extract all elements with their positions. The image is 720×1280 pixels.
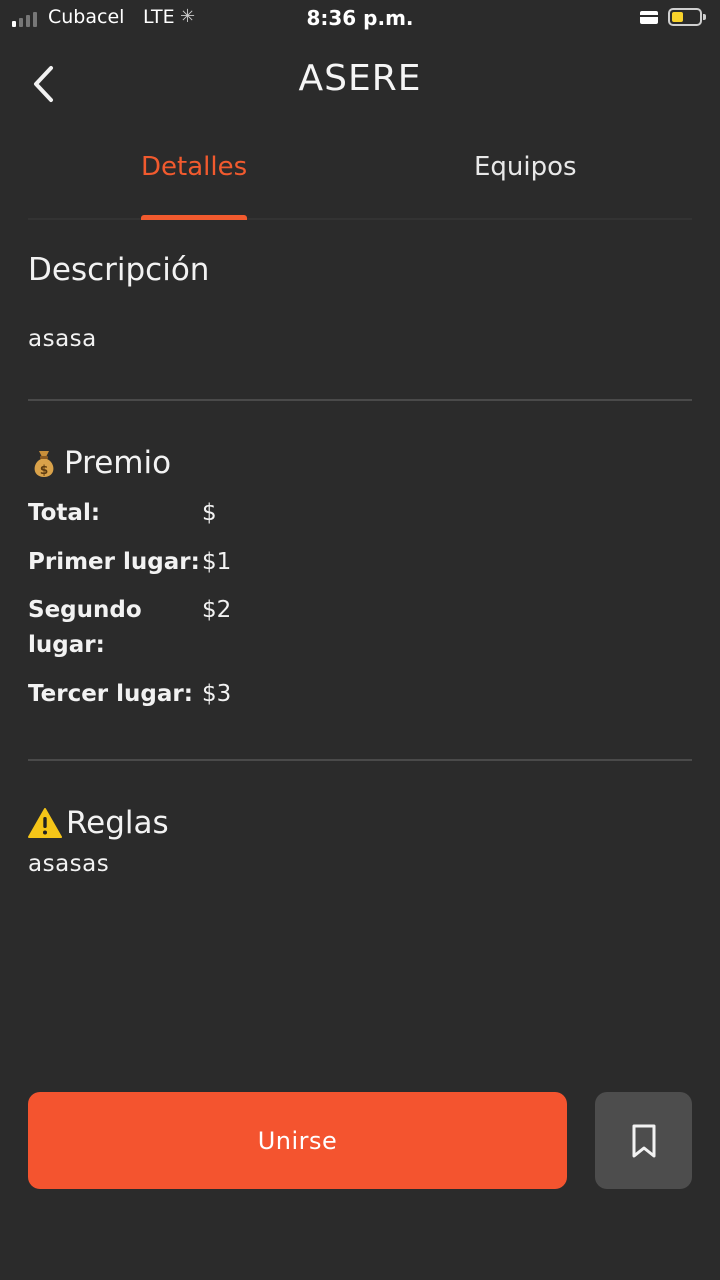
- prize-row-second: Segundo lugar: $2: [28, 593, 231, 663]
- bookmark-icon: [632, 1124, 655, 1157]
- prize-heading: $ Premio: [28, 445, 171, 481]
- rules-heading: Reglas: [28, 805, 169, 841]
- prize-row-third: Tercer lugar: $3: [28, 677, 231, 712]
- tab-detalles[interactable]: Detalles: [141, 152, 247, 182]
- prize-row-first: Primer lugar: $1: [28, 545, 231, 580]
- join-button[interactable]: Unirse: [28, 1092, 567, 1189]
- prize-value: $: [202, 500, 217, 526]
- money-bag-icon: $: [34, 451, 54, 477]
- prize-label: Primer lugar:: [28, 549, 200, 575]
- battery-tip: [703, 14, 706, 20]
- warning-icon: [28, 808, 62, 838]
- prize-value: $3: [202, 681, 232, 707]
- prize-row-total: Total: $: [28, 496, 217, 531]
- bookmark-button[interactable]: [595, 1092, 692, 1189]
- description-heading-text: Descripción: [28, 252, 210, 288]
- prize-value: $2: [202, 597, 232, 623]
- wallet-card-icon: [640, 11, 658, 24]
- status-bar: Cubacel LTE ✳ 8:36 p.m.: [0, 0, 720, 38]
- tab-equipos[interactable]: Equipos: [474, 152, 577, 182]
- page-title: ASERE: [298, 58, 422, 99]
- divider: [28, 399, 692, 401]
- rules-heading-text: Reglas: [66, 805, 169, 841]
- prize-heading-text: Premio: [64, 445, 172, 481]
- svg-text:$: $: [40, 463, 48, 477]
- tab-bar: Detalles Equipos: [28, 140, 692, 220]
- status-time: 8:36 p.m.: [306, 6, 414, 30]
- prize-label: Segundo lugar:: [28, 597, 142, 658]
- description-heading: Descripción: [28, 252, 209, 288]
- active-tab-indicator: [141, 215, 247, 220]
- rules-text: asasas: [28, 851, 110, 877]
- description-text: asasa: [28, 326, 97, 352]
- battery-icon: [668, 8, 702, 26]
- prize-label: Tercer lugar:: [28, 681, 193, 707]
- prize-label: Total:: [28, 500, 101, 526]
- divider: [28, 759, 692, 761]
- prize-value: $1: [202, 549, 232, 575]
